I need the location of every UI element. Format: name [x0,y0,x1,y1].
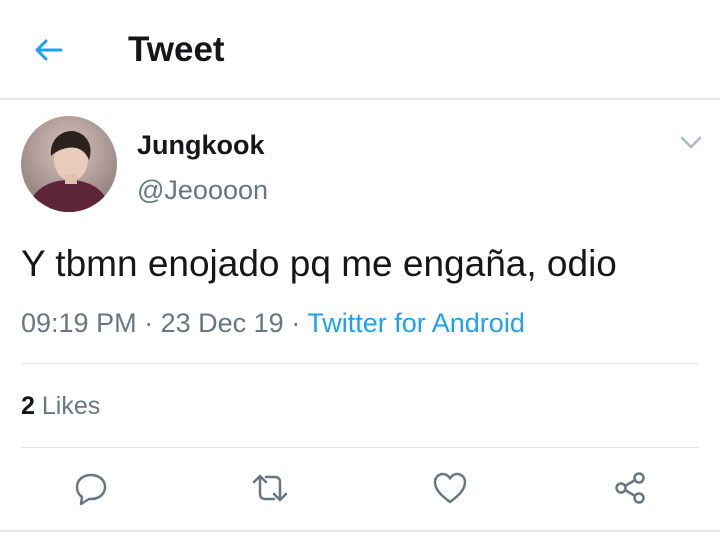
retweet-icon [252,474,288,502]
share-icon [615,472,645,504]
avatar-image [21,116,117,212]
tweet-source-link[interactable]: Twitter for Android [307,308,525,338]
tweet-date: 23 Dec 19 [160,308,284,338]
user-name[interactable]: Jungkook [137,129,265,161]
back-button[interactable] [28,30,68,70]
divider [21,447,699,448]
more-options-button[interactable] [676,132,706,154]
user-handle[interactable]: @Jeoooon [137,174,268,206]
retweet-button[interactable] [248,466,292,510]
tweet-text: Y tbmn enojado pq me engaña, odio [21,243,617,284]
tweet-meta: 09:19 PM · 23 Dec 19 · Twitter for Andro… [21,306,525,340]
likes-label: Likes [41,392,101,420]
top-bar: Tweet [0,0,720,100]
arrow-left-icon [35,39,63,61]
divider [21,363,699,364]
reply-icon [75,473,107,506]
chevron-down-icon [680,136,702,149]
page-title: Tweet [128,30,225,69]
meta-separator: · [291,308,301,338]
reply-button[interactable] [69,466,113,510]
share-button[interactable] [608,466,652,510]
like-button[interactable] [428,466,472,510]
likes-count: 2 [21,392,35,420]
heart-icon [433,472,467,504]
divider [0,530,720,532]
likes-stat[interactable]: 2 Likes [21,390,100,422]
tweet-time: 09:19 PM [21,308,137,338]
meta-separator: · [144,308,154,338]
avatar[interactable] [21,116,117,212]
